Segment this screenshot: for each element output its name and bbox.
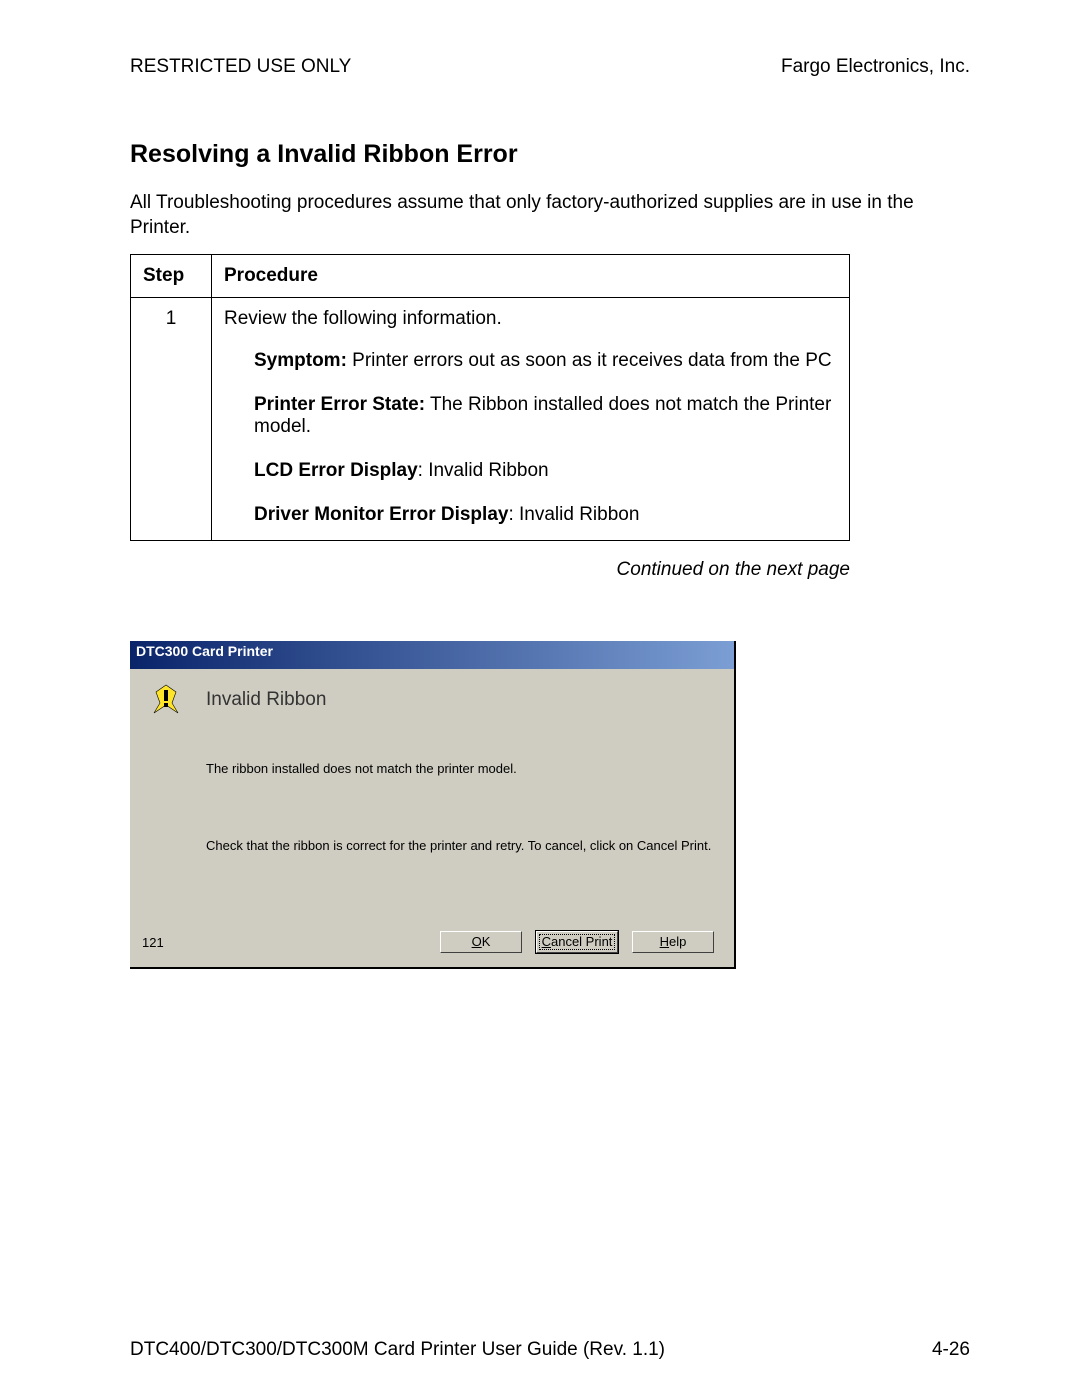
header-left: RESTRICTED USE ONLY <box>130 56 351 78</box>
warning-icon <box>150 683 206 929</box>
lcd-display-line: LCD Error Display: Invalid Ribbon <box>254 460 837 482</box>
procedure-lead: Review the following information. <box>224 308 837 330</box>
footer-left: DTC400/DTC300/DTC300M Card Printer User … <box>130 1339 665 1361</box>
dialog-code: 121 <box>142 935 164 950</box>
procedure-cell: Review the following information. Sympto… <box>212 298 850 541</box>
error-dialog: DTC300 Card Printer Invalid Ribbon The r… <box>130 641 736 969</box>
continued-note: Continued on the next page <box>130 559 850 581</box>
page-header: RESTRICTED USE ONLY Fargo Electronics, I… <box>130 56 970 78</box>
dialog-message-1: The ribbon installed does not match the … <box>206 761 714 776</box>
col-header-procedure: Procedure <box>212 255 850 298</box>
page-footer: DTC400/DTC300/DTC300M Card Printer User … <box>130 1339 970 1361</box>
section-title: Resolving a Invalid Ribbon Error <box>130 140 970 169</box>
step-number: 1 <box>131 298 212 541</box>
cancel-print-button[interactable]: Cancel Print <box>536 931 618 953</box>
dialog-heading: Invalid Ribbon <box>206 689 714 711</box>
ok-button[interactable]: OK <box>440 931 522 953</box>
footer-right: 4-26 <box>932 1339 970 1361</box>
error-state-line: Printer Error State: The Ribbon installe… <box>254 394 837 438</box>
header-right: Fargo Electronics, Inc. <box>781 56 970 78</box>
help-button[interactable]: Help <box>632 931 714 953</box>
table-row: 1 Review the following information. Symp… <box>131 298 850 541</box>
driver-display-line: Driver Monitor Error Display: Invalid Ri… <box>254 504 837 526</box>
intro-paragraph: All Troubleshooting procedures assume th… <box>130 191 970 240</box>
col-header-step: Step <box>131 255 212 298</box>
dialog-titlebar: DTC300 Card Printer <box>130 641 734 669</box>
dialog-message-2: Check that the ribbon is correct for the… <box>206 838 714 853</box>
procedure-table: Step Procedure 1 Review the following in… <box>130 254 850 541</box>
symptom-line: Symptom: Printer errors out as soon as i… <box>254 350 837 372</box>
